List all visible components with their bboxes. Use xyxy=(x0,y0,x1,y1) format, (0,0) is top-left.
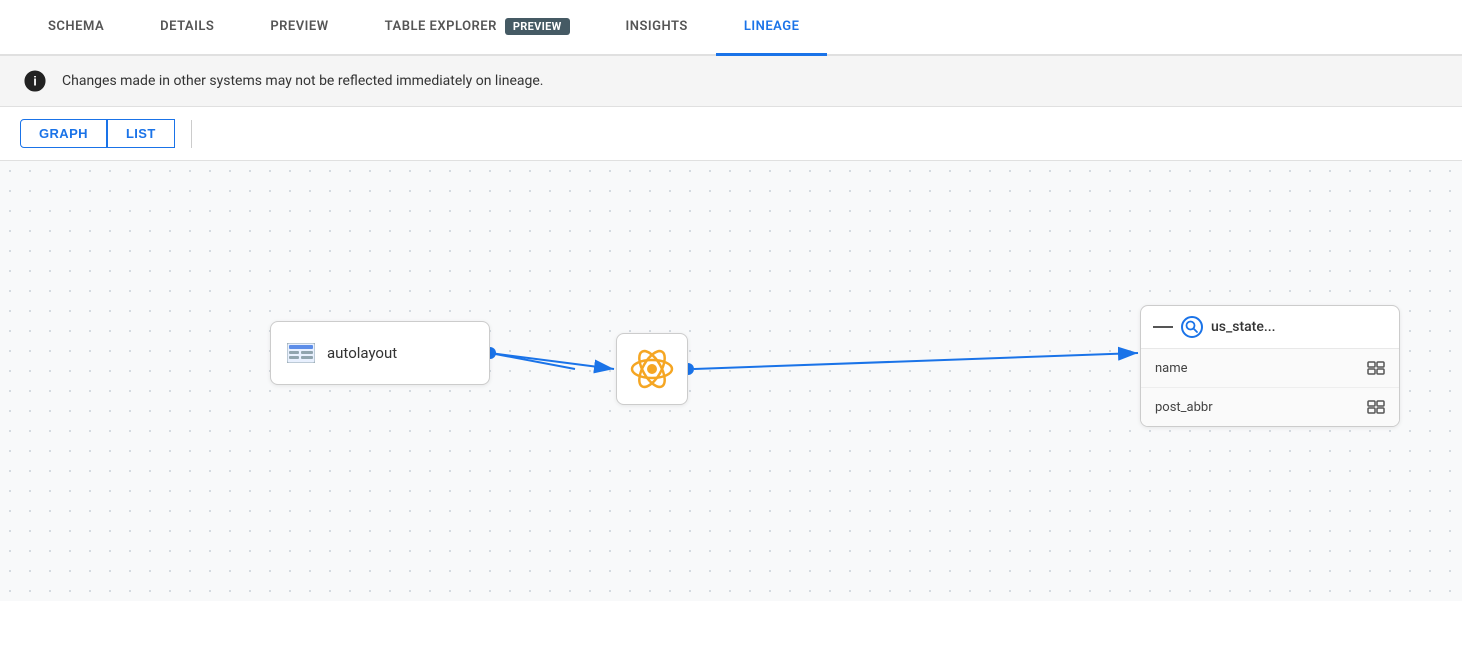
field-post-abbr-label: post_abbr xyxy=(1155,400,1213,415)
info-icon: i xyxy=(24,70,46,92)
field-post-abbr-icon xyxy=(1367,398,1385,416)
tab-bar: SCHEMA DETAILS PREVIEW TABLE EXPLORER PR… xyxy=(0,0,1462,56)
autolayout-icon xyxy=(287,343,315,363)
tab-lineage[interactable]: LINEAGE xyxy=(716,0,828,56)
node-dash xyxy=(1153,326,1173,328)
search-circle-icon xyxy=(1181,316,1203,338)
svg-text:i: i xyxy=(33,74,37,89)
node-right-rows: name post_abbr xyxy=(1141,349,1399,426)
field-name-row: name xyxy=(1141,349,1399,388)
workflow-icon xyxy=(630,347,674,391)
info-message: Changes made in other systems may not be… xyxy=(62,73,544,89)
field-post-abbr-row: post_abbr xyxy=(1141,388,1399,426)
list-button[interactable]: LIST xyxy=(107,119,175,148)
tab-insights[interactable]: INSIGHTS xyxy=(598,0,716,56)
node-right[interactable]: us_state... name post_abbr xyxy=(1140,305,1400,427)
controls-divider xyxy=(191,120,192,148)
tab-preview[interactable]: PREVIEW xyxy=(242,0,356,56)
tab-details[interactable]: DETAILS xyxy=(132,0,242,56)
node-right-header: us_state... xyxy=(1141,306,1399,349)
field-name-icon xyxy=(1367,359,1385,377)
preview-badge: PREVIEW xyxy=(505,18,570,35)
info-banner: i Changes made in other systems may not … xyxy=(0,56,1462,107)
tab-table-explorer[interactable]: TABLE EXPLORER PREVIEW xyxy=(357,0,598,56)
node-autolayout[interactable]: autolayout xyxy=(270,321,490,385)
autolayout-label: autolayout xyxy=(327,344,397,362)
lineage-canvas[interactable]: autolayout us_state... name xyxy=(0,161,1462,601)
graph-controls: GRAPH LIST xyxy=(0,107,1462,161)
field-name-label: name xyxy=(1155,361,1188,376)
graph-button[interactable]: GRAPH xyxy=(20,119,107,148)
node-right-title: us_state... xyxy=(1211,319,1276,335)
tab-schema[interactable]: SCHEMA xyxy=(20,0,132,56)
node-middle[interactable] xyxy=(616,333,688,405)
